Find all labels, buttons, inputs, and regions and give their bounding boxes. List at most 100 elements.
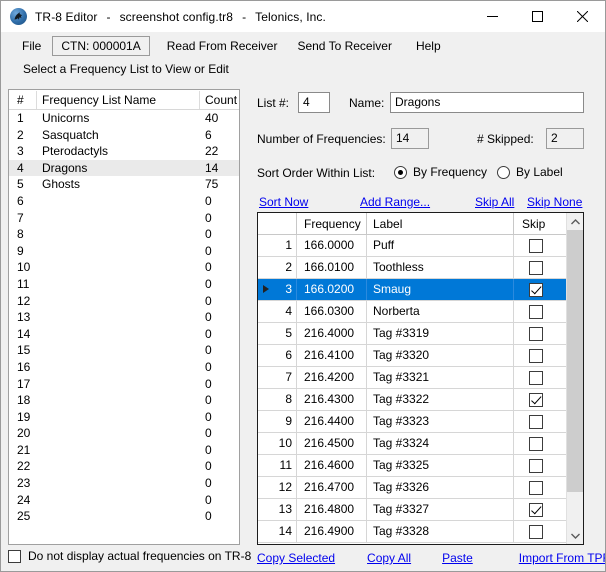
name-field[interactable]: Dragons [390,92,584,113]
grid-cell-label[interactable]: Tag #3328 [373,521,429,542]
link-sort-now[interactable]: Sort Now [259,195,308,209]
scroll-up-button[interactable] [567,213,583,230]
grid-cell-label[interactable]: Tag #3326 [373,477,429,498]
grid-cell-skip-checkbox[interactable] [529,349,543,363]
frequency-list-row[interactable]: 4 Dragons 14 [9,159,239,177]
grid-row[interactable]: 4 166.0300 Norberta [258,301,583,323]
grid-cell-skip-checkbox[interactable] [529,371,543,385]
grid-cell-frequency[interactable]: 216.4300 [304,389,354,410]
grid-row[interactable]: 5 216.4000 Tag #3319 [258,323,583,345]
menu-item-send-to-receiver[interactable]: Send To Receiver [290,36,399,56]
grid-cell-skip-checkbox[interactable] [529,261,543,275]
grid-cell-frequency[interactable]: 216.4200 [304,367,354,388]
grid-row[interactable]: 14 216.4900 Tag #3328 [258,521,583,543]
frequency-list-row[interactable]: 22 0 [9,458,239,475]
grid-cell-label[interactable]: Toothless [373,257,424,278]
grid-row[interactable]: 8 216.4300 Tag #3322 [258,389,583,411]
frequency-list-row[interactable]: 13 0 [9,309,239,326]
frequency-list-row[interactable]: 23 0 [9,475,239,492]
maximize-button[interactable] [515,1,560,32]
frequency-list-row[interactable]: 14 0 [9,326,239,343]
grid-row[interactable]: 12 216.4700 Tag #3326 [258,477,583,499]
scrollbar-track[interactable] [567,492,583,527]
grid-row[interactable]: 7 216.4200 Tag #3321 [258,367,583,389]
grid-cell-frequency[interactable]: 216.4000 [304,323,354,344]
frequency-list-row[interactable]: 16 0 [9,359,239,376]
grid-cell-skip-checkbox[interactable] [529,459,543,473]
frequency-list-row[interactable]: 3 Pterodactyls 22 [9,143,239,160]
grid-cell-label[interactable]: Tag #3322 [373,389,429,410]
grid-cell-label[interactable]: Tag #3327 [373,499,429,520]
grid-row[interactable]: 1 166.0000 Puff [258,235,583,257]
link-skip-all[interactable]: Skip All [475,195,514,209]
grid-cell-label[interactable]: Tag #3319 [373,323,429,344]
frequency-list-row[interactable]: 11 0 [9,276,239,293]
link-skip-none[interactable]: Skip None [527,195,582,209]
grid-cell-skip-checkbox[interactable] [529,503,543,517]
close-button[interactable] [560,1,605,32]
grid-cell-label[interactable]: Tag #3323 [373,411,429,432]
grid-cell-label[interactable]: Smaug [373,279,411,300]
link-add-range[interactable]: Add Range... [360,195,430,209]
grid-cell-frequency[interactable]: 216.4100 [304,345,354,366]
minimize-button[interactable] [470,1,515,32]
link-copy-all[interactable]: Copy All [367,551,411,565]
grid-cell-label[interactable]: Puff [373,235,394,256]
do-not-display-frequencies-row[interactable]: Do not display actual frequencies on TR-… [8,549,251,563]
grid-row[interactable]: 9 216.4400 Tag #3323 [258,411,583,433]
grid-cell-skip-checkbox[interactable] [529,305,543,319]
grid-cell-skip-checkbox[interactable] [529,393,543,407]
grid-cell-label[interactable]: Tag #3325 [373,455,429,476]
frequency-list-row[interactable]: 5 Ghosts 75 [9,176,239,193]
grid-column-header-label[interactable]: Label [373,217,402,231]
grid-row[interactable]: 3 166.0200 Smaug [258,279,583,301]
menu-item-help[interactable]: Help [409,36,448,56]
radio-by-label[interactable]: By Label [497,165,563,179]
column-header-list-name[interactable]: Frequency List Name [42,93,156,107]
frequency-list-row[interactable]: 25 0 [9,508,239,525]
frequency-list-row[interactable]: 19 0 [9,409,239,426]
frequency-list-row[interactable]: 20 0 [9,425,239,442]
do-not-display-checkbox[interactable] [8,549,21,563]
grid-cell-skip-checkbox[interactable] [529,239,543,253]
grid-cell-label[interactable]: Tag #3324 [373,433,429,454]
column-header-number[interactable]: # [17,93,24,107]
frequency-list-row[interactable]: 17 0 [9,376,239,393]
grid-cell-frequency[interactable]: 166.0200 [304,279,354,300]
frequency-list-row[interactable]: 21 0 [9,442,239,459]
frequency-list-row[interactable]: 24 0 [9,492,239,509]
grid-cell-skip-checkbox[interactable] [529,481,543,495]
frequency-list-row[interactable]: 15 0 [9,342,239,359]
frequency-list-row[interactable]: 1 Unicorns 40 [9,110,239,127]
grid-row[interactable]: 6 216.4100 Tag #3320 [258,345,583,367]
grid-row[interactable]: 13 216.4800 Tag #3327 [258,499,583,521]
grid-cell-frequency[interactable]: 216.4700 [304,477,354,498]
menu-item-ctn[interactable]: CTN: 000001A [52,35,150,56]
menu-item-read-from-receiver[interactable]: Read From Receiver [160,36,285,56]
grid-row[interactable]: 2 166.0100 Toothless [258,257,583,279]
link-import-from-tpf-file[interactable]: Import From TPF File... [519,551,605,565]
grid-vertical-scrollbar[interactable] [566,213,583,544]
frequency-list-row[interactable]: 10 0 [9,259,239,276]
frequency-list-row[interactable]: 2 Sasquatch 6 [9,127,239,144]
grid-cell-skip-checkbox[interactable] [529,437,543,451]
grid-column-header-frequency[interactable]: Frequency [304,217,361,231]
frequency-list-row[interactable]: 18 0 [9,392,239,409]
scroll-down-button[interactable] [567,527,583,544]
grid-cell-frequency[interactable]: 216.4400 [304,411,354,432]
frequency-list-row[interactable]: 80 [9,226,239,243]
link-paste[interactable]: Paste [442,551,473,565]
grid-cell-frequency[interactable]: 216.4800 [304,499,354,520]
list-number-field[interactable]: 4 [298,92,330,113]
frequency-list-row[interactable]: 70 [9,210,239,227]
scrollbar-thumb[interactable] [567,230,583,492]
grid-column-header-skip[interactable]: Skip [522,217,545,231]
grid-cell-label[interactable]: Tag #3320 [373,345,429,366]
frequency-list-panel[interactable]: # Frequency List Name Count 1 Unicorns 40 2… [8,89,240,545]
grid-cell-frequency[interactable]: 166.0100 [304,257,354,278]
grid-cell-frequency[interactable]: 216.4900 [304,521,354,542]
grid-cell-skip-checkbox[interactable] [529,327,543,341]
frequency-data-grid[interactable]: Frequency Label Skip 1 166.0000 Puff 2 166.0… [257,212,584,545]
grid-cell-skip-checkbox[interactable] [529,525,543,539]
column-header-count[interactable]: Count [205,93,237,107]
